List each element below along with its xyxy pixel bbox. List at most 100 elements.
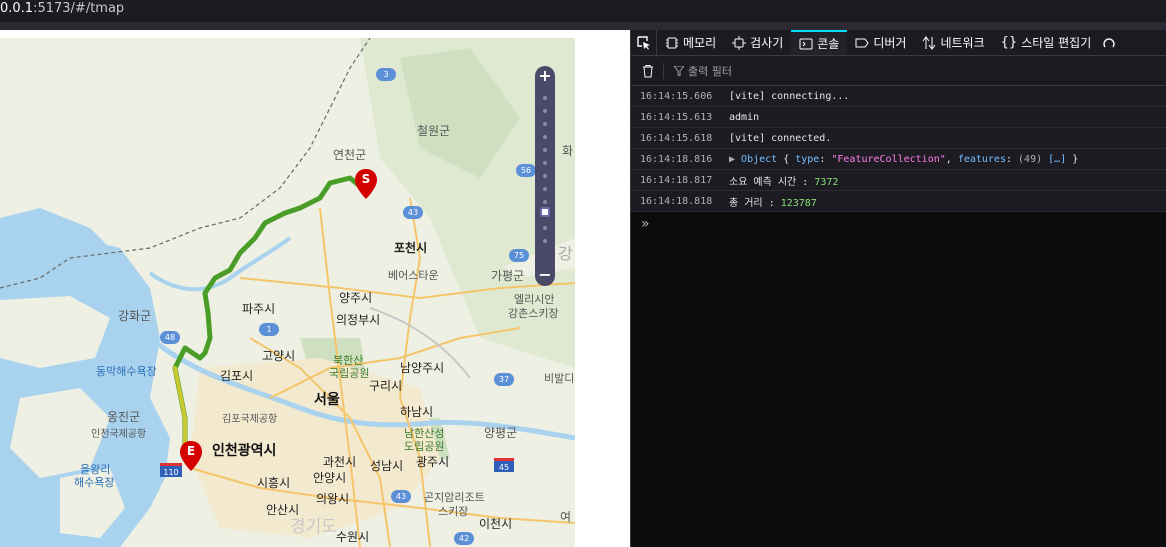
map-label: 강촌스키장 bbox=[508, 307, 559, 320]
filter-input[interactable]: 출력 필터 bbox=[663, 62, 732, 79]
map-label: 도립공원 bbox=[404, 440, 445, 453]
start-marker[interactable]: S bbox=[355, 169, 377, 199]
map-label: 파주시 bbox=[242, 302, 276, 316]
log-row: 16:14:18.818 총 거리 : 123787 bbox=[631, 191, 1166, 212]
map-label: 여 bbox=[560, 510, 572, 524]
console-toolbar: 출력 필터 bbox=[631, 56, 1166, 86]
tmap-map[interactable]: 3 56 43 75 1 48 37 45 110 43 42 연천군 철원군 … bbox=[0, 38, 575, 547]
network-icon bbox=[923, 35, 936, 50]
road-shield: 37 bbox=[494, 373, 514, 386]
picker-icon bbox=[636, 35, 650, 49]
map-label: 비발디 bbox=[544, 372, 575, 385]
map-label: 구리시 bbox=[369, 379, 403, 393]
tab-network[interactable]: 네트워크 bbox=[914, 30, 992, 55]
road-shield: 75 bbox=[509, 249, 529, 262]
log-message: 총 거리 : 123787 bbox=[729, 194, 817, 209]
map-label: 포천시 bbox=[394, 241, 428, 255]
road-shield: 43 bbox=[391, 490, 411, 503]
map-label: 연천군 bbox=[333, 148, 367, 162]
road-shield: 3 bbox=[376, 68, 396, 81]
map-label: 화 bbox=[562, 144, 574, 158]
style-editor-icon: {} bbox=[1000, 35, 1018, 50]
tab-debugger[interactable]: 디버거 bbox=[847, 30, 914, 55]
devtools-tabs: 메모리 검사기 콘솔 디버거 네트워크 {} 스타일 편집기 bbox=[631, 30, 1166, 56]
tab-inspector[interactable]: 검사기 bbox=[724, 30, 791, 55]
tab-console[interactable]: 콘솔 bbox=[791, 30, 848, 55]
tab-label: 콘솔 bbox=[817, 37, 840, 51]
map-label: 안양시 bbox=[313, 471, 347, 485]
map-label: 광주시 bbox=[416, 455, 450, 469]
log-row: 16:14:15.618 [vite] connected. bbox=[631, 128, 1166, 149]
map-label: 동막해수욕장 bbox=[96, 365, 157, 378]
object-count: (49) bbox=[1018, 153, 1043, 165]
trash-icon[interactable] bbox=[641, 64, 655, 78]
zoom-out-button[interactable]: − bbox=[535, 266, 555, 286]
toolbar-strip bbox=[0, 22, 1166, 30]
console-log: 16:14:15.606 [vite] connecting... 16:14:… bbox=[631, 86, 1166, 236]
object-label: Object bbox=[741, 153, 778, 165]
log-text: 총 거리 : bbox=[729, 197, 781, 209]
log-message: [vite] connected. bbox=[729, 132, 832, 144]
tab-label: 네트워크 bbox=[940, 36, 985, 50]
url-bar[interactable]: 0.0.1:5173/#/tmap bbox=[0, 0, 1166, 22]
map-label: 하남시 bbox=[400, 405, 434, 419]
log-message: admin bbox=[729, 111, 760, 123]
map-label: 성남시 bbox=[370, 459, 404, 473]
performance-icon bbox=[1103, 37, 1115, 47]
log-row: 16:14:18.817 소요 예측 시간 : 7372 bbox=[631, 170, 1166, 191]
zoom-in-button[interactable]: + bbox=[535, 66, 555, 86]
zoom-handle[interactable] bbox=[540, 207, 550, 217]
object-value: "FeatureCollection" bbox=[831, 153, 946, 165]
map-label: 수원시 bbox=[336, 530, 370, 544]
log-message: ▶ Object { type: "FeatureCollection", fe… bbox=[729, 153, 1079, 165]
map-label: 경기도 bbox=[290, 517, 337, 537]
end-marker-label: E bbox=[186, 444, 196, 458]
map-label: 의정부시 bbox=[336, 313, 381, 327]
log-time: 16:14:18.816 bbox=[640, 153, 713, 165]
filter-icon bbox=[674, 65, 684, 76]
expand-arrow-icon[interactable]: ▶ bbox=[729, 154, 741, 165]
end-marker[interactable]: E bbox=[180, 441, 202, 471]
log-message: 소요 예측 시간 : 7372 bbox=[729, 173, 838, 188]
element-picker-button[interactable] bbox=[631, 30, 657, 55]
zoom-control[interactable]: + − bbox=[535, 66, 555, 286]
map-label: 옹진군 bbox=[107, 410, 141, 424]
road-shield: 48 bbox=[160, 331, 180, 344]
tab-style-editor[interactable]: {} 스타일 편집기 bbox=[993, 30, 1100, 55]
log-number: 123787 bbox=[780, 197, 817, 209]
map-label: 의왕시 bbox=[316, 492, 350, 506]
tab-label: 스타일 편집기 bbox=[1021, 36, 1092, 50]
tab-label: 디버거 bbox=[873, 36, 907, 50]
tab-memory[interactable]: 메모리 bbox=[657, 30, 724, 55]
tab-label: 검사기 bbox=[750, 36, 784, 50]
console-input[interactable]: » bbox=[631, 212, 1166, 236]
map-label: 김포시 bbox=[220, 369, 254, 383]
object-key: type bbox=[795, 153, 820, 165]
road-shield: 42 bbox=[454, 532, 474, 545]
road-shield: 45 bbox=[494, 458, 514, 472]
log-time: 16:14:15.606 bbox=[640, 90, 713, 102]
map-label: 과천시 bbox=[323, 455, 357, 469]
object-array[interactable]: […] bbox=[1048, 154, 1066, 165]
map-label: 시흥시 bbox=[257, 476, 291, 490]
map-label: 남양주시 bbox=[400, 361, 445, 375]
start-marker-label: S bbox=[361, 172, 371, 186]
log-row: 16:14:15.606 [vite] connecting... bbox=[631, 86, 1166, 107]
prompt-icon: » bbox=[641, 216, 650, 232]
map-label: 강 bbox=[558, 244, 573, 263]
map-label: 철원군 bbox=[417, 124, 451, 138]
map-label: 가평군 bbox=[491, 269, 525, 283]
map-label: 강화군 bbox=[118, 309, 152, 323]
road-shield: 43 bbox=[403, 206, 423, 219]
tab-more[interactable] bbox=[1099, 30, 1119, 55]
log-time: 16:14:15.613 bbox=[640, 111, 713, 123]
road-shield: 56 bbox=[516, 164, 536, 177]
zoom-track[interactable] bbox=[543, 92, 547, 262]
map-label: 김포국제공항 bbox=[222, 414, 278, 425]
map-label: 이천시 bbox=[479, 517, 513, 531]
map-label: 인천광역시 bbox=[212, 443, 277, 459]
page-content: 3 56 43 75 1 48 37 45 110 43 42 연천군 철원군 … bbox=[0, 30, 630, 547]
map-label: 인천국제공항 bbox=[91, 429, 147, 440]
log-row-object[interactable]: 16:14:18.816 ▶ Object { type: "FeatureCo… bbox=[631, 149, 1166, 170]
map-label: 양평군 bbox=[484, 426, 518, 440]
